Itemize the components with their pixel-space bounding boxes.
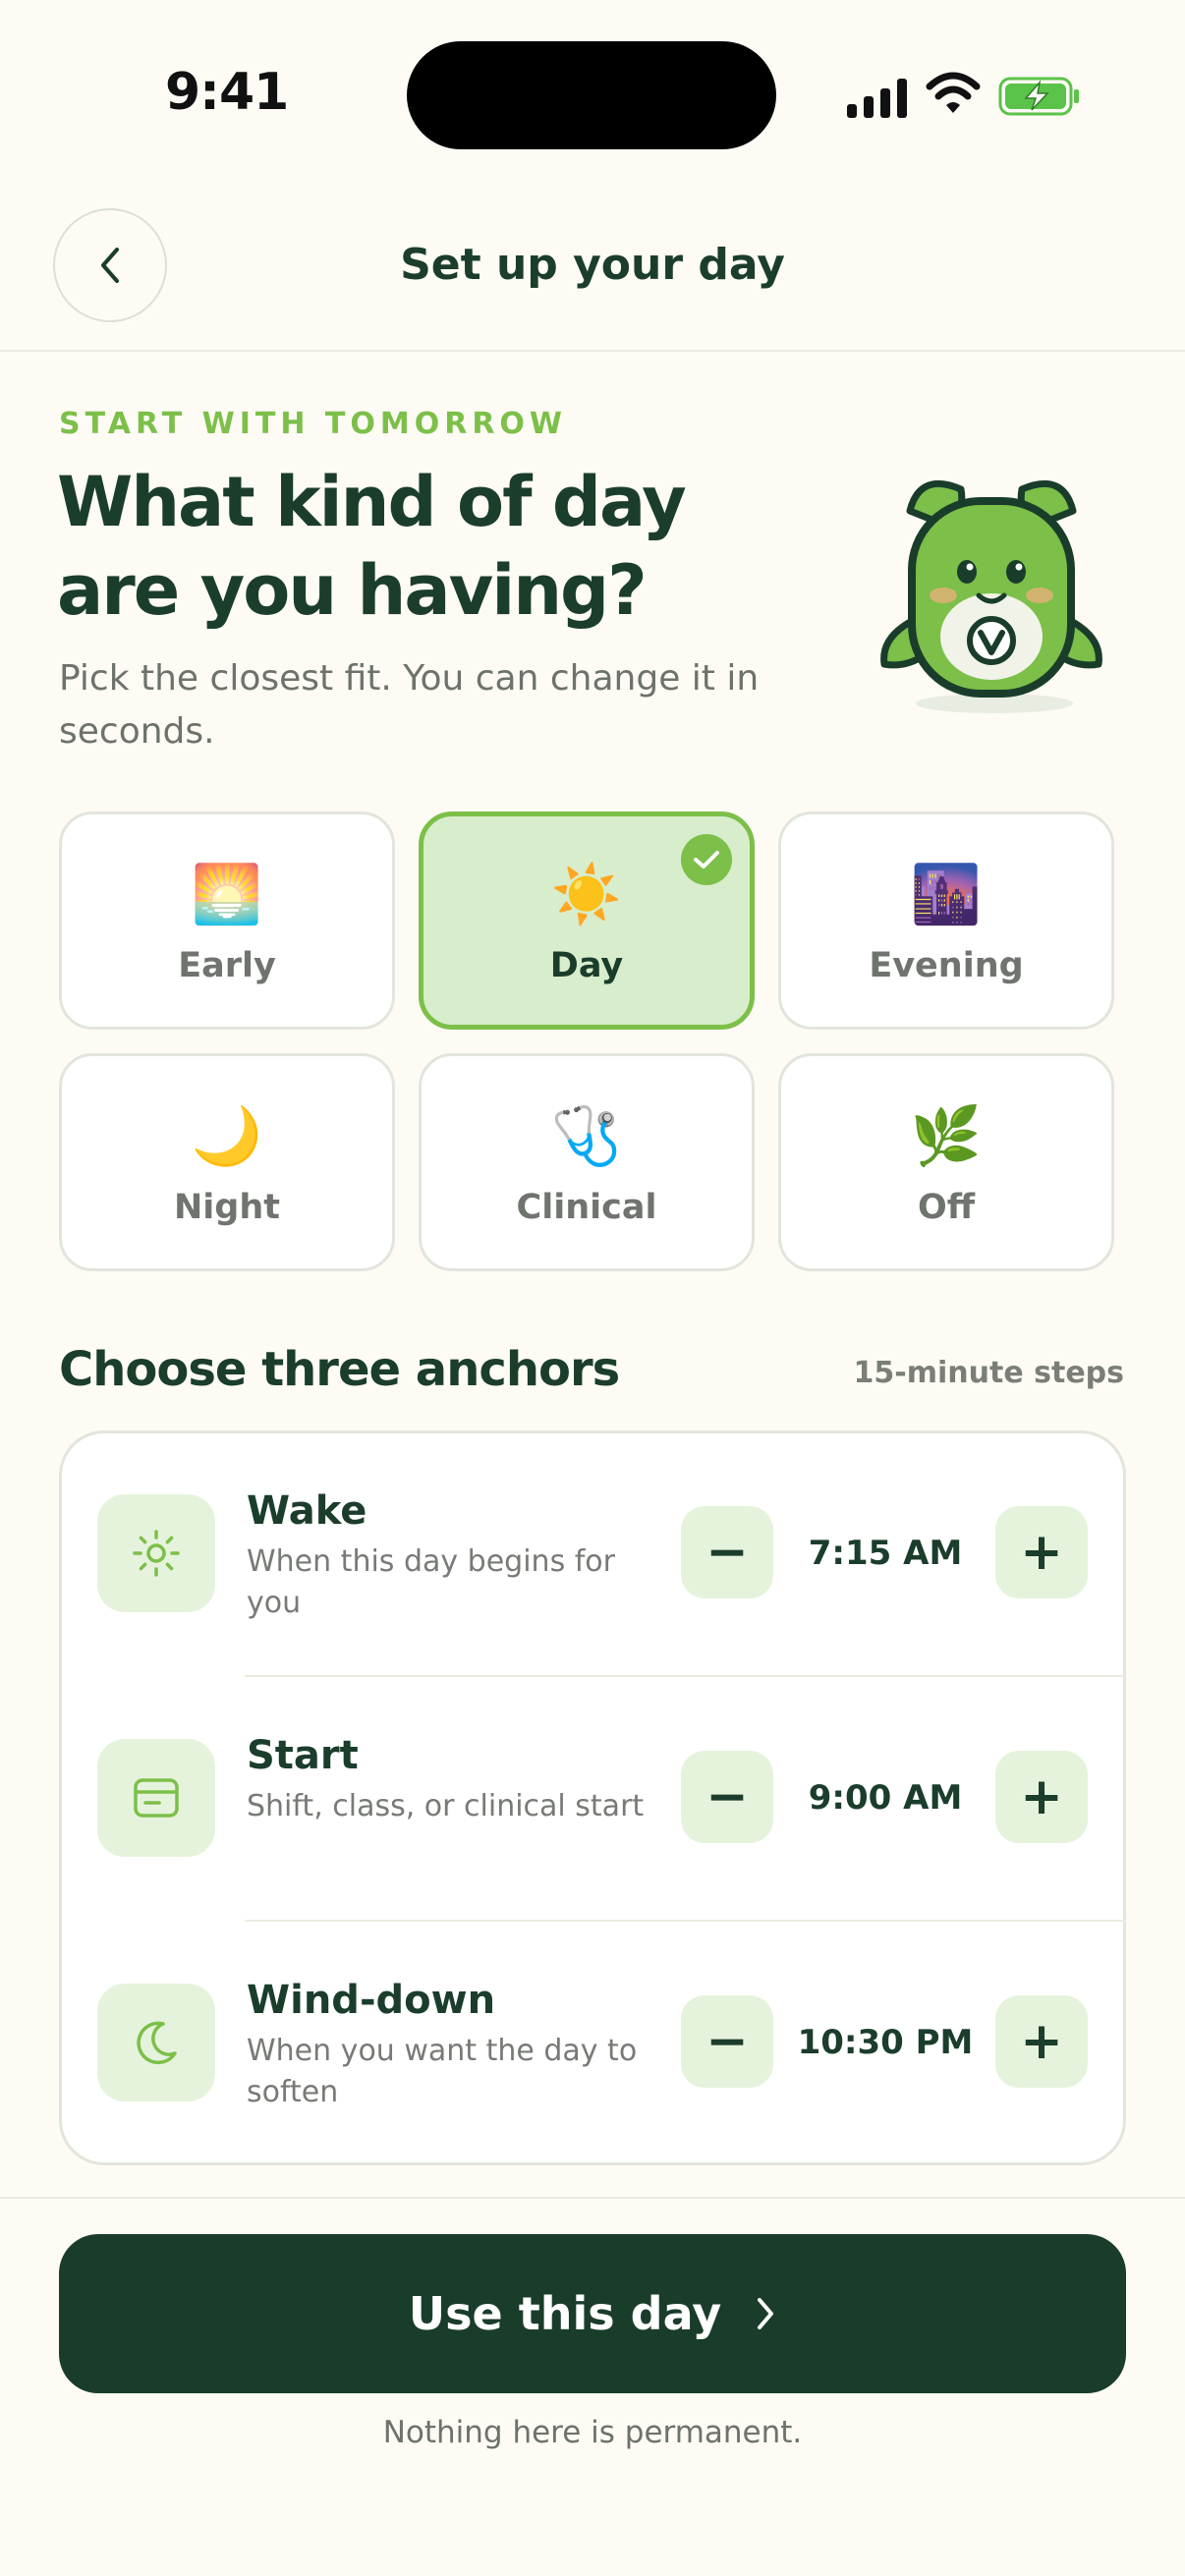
- increment-button[interactable]: +: [995, 1506, 1088, 1598]
- sun-icon: ☀️: [550, 861, 623, 927]
- decrement-button[interactable]: −: [681, 1751, 773, 1843]
- day-type-early[interactable]: 🌅 Early: [59, 812, 395, 1030]
- header-divider: [0, 350, 1185, 352]
- day-type-off[interactable]: 🌿 Off: [778, 1053, 1114, 1271]
- row-divider: [245, 1920, 1126, 1922]
- city-dusk-icon: 🌆: [910, 861, 983, 927]
- anchor-time-value: 10:30 PM: [797, 2023, 974, 2062]
- headline: What kind of day are you having?: [57, 462, 687, 631]
- day-type-clinical[interactable]: 🩺 Clinical: [419, 1053, 755, 1271]
- day-type-day[interactable]: ☀️ Day: [419, 812, 755, 1030]
- day-type-label: Early: [178, 946, 276, 985]
- anchors-step-note: 15-minute steps: [853, 1356, 1124, 1390]
- eyebrow-label: START WITH TOMORROW: [59, 407, 568, 441]
- stethoscope-icon: 🩺: [550, 1102, 623, 1169]
- anchor-description: When you want the day to soften: [247, 2034, 638, 2109]
- anchor-title: Wind-down: [247, 1978, 496, 2023]
- sunrise-icon: 🌅: [191, 861, 263, 927]
- herb-icon: 🌿: [910, 1102, 983, 1169]
- day-type-label: Day: [549, 946, 624, 985]
- dynamic-island: [407, 41, 776, 149]
- footer-divider: [0, 2197, 1185, 2199]
- checkmark-icon: [681, 834, 732, 885]
- anchor-time-value: 7:15 AM: [808, 1534, 963, 1573]
- day-type-night[interactable]: 🌙 Night: [59, 1053, 395, 1271]
- row-divider: [245, 1675, 1126, 1677]
- status-time: 9:41: [165, 63, 289, 122]
- day-type-label: Clinical: [516, 1188, 657, 1227]
- sun-outline-icon: [97, 1494, 215, 1612]
- increment-button[interactable]: +: [995, 1995, 1088, 2088]
- anchor-time-value: 9:00 AM: [808, 1778, 963, 1818]
- card-icon: [97, 1739, 215, 1857]
- day-type-label: Night: [174, 1188, 280, 1227]
- day-type-label: Off: [917, 1188, 976, 1227]
- mascot-image: [880, 479, 1102, 713]
- day-type-evening[interactable]: 🌆 Evening: [778, 812, 1114, 1030]
- anchor-description: Shift, class, or clinical start: [247, 1789, 645, 1823]
- anchor-description: When this day begins for you: [247, 1544, 615, 1620]
- anchors-card: Wake When this day begins for you − 7:15…: [59, 1430, 1126, 2165]
- subtitle: Pick the closest fit. You can change it …: [59, 658, 760, 752]
- chevron-right-icon: [758, 2298, 774, 2329]
- footer-note: Nothing here is permanent.: [382, 2415, 803, 2450]
- battery-charging-icon: [998, 77, 1079, 116]
- cellular-signal-icon: [847, 77, 907, 118]
- anchors-section-title: Choose three anchors: [59, 1342, 620, 1397]
- cta-label: Use this day: [408, 2287, 722, 2340]
- page-title: Set up your day: [400, 240, 785, 290]
- moon-outline-icon: [97, 1984, 215, 2101]
- decrement-button[interactable]: −: [681, 1506, 773, 1598]
- increment-button[interactable]: +: [995, 1751, 1088, 1843]
- decrement-button[interactable]: −: [681, 1995, 773, 2088]
- anchor-title: Start: [247, 1733, 359, 1778]
- anchor-title: Wake: [247, 1488, 367, 1534]
- day-type-label: Evening: [869, 946, 1024, 985]
- use-this-day-button[interactable]: Use this day: [59, 2234, 1126, 2393]
- wifi-icon: [926, 72, 981, 113]
- crescent-moon-icon: 🌙: [191, 1102, 263, 1169]
